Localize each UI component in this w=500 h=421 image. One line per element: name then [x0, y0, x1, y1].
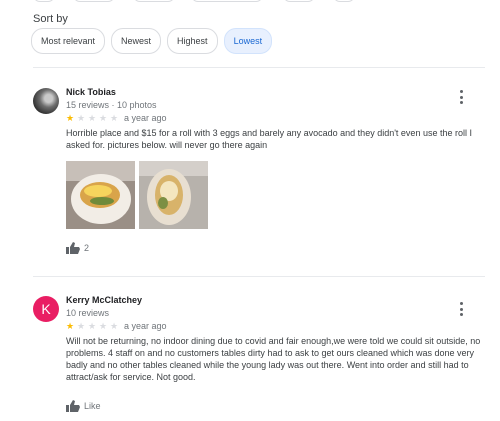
egg-roll-photo — [139, 161, 208, 229]
star-icon: ★ — [66, 321, 75, 331]
like-button[interactable]: Like — [66, 400, 101, 412]
filter-chip[interactable] — [133, 0, 175, 2]
sort-most-relevant-chip[interactable]: Most relevant — [31, 28, 106, 54]
review-text: Will not be returning, no indoor dining … — [66, 336, 481, 382]
more-options-icon[interactable] — [459, 302, 463, 316]
star-icon: ★ — [99, 321, 108, 331]
sort-options: Most relevant Newest Highest Lowest — [31, 28, 273, 54]
reviewer-name[interactable]: Kerry McClatchey — [66, 295, 142, 305]
thumbs-up-icon — [66, 400, 80, 412]
star-rating: ★ ★ ★ ★ ★ — [66, 321, 121, 332]
review-date: a year ago — [124, 321, 167, 331]
like-button[interactable]: 2 — [66, 242, 89, 254]
review-photo[interactable] — [139, 161, 208, 229]
star-icon: ★ — [99, 113, 108, 123]
star-icon: ★ — [110, 113, 119, 123]
sort-lowest-chip[interactable]: Lowest — [223, 28, 273, 54]
filter-chip[interactable] — [283, 0, 315, 2]
sort-highest-chip[interactable]: Highest — [167, 28, 218, 54]
sort-newest-chip[interactable]: Newest — [111, 28, 162, 54]
star-icon: ★ — [77, 321, 86, 331]
review-photo[interactable] — [66, 161, 135, 229]
more-options-icon[interactable] — [459, 90, 463, 104]
star-icon: ★ — [88, 113, 97, 123]
reviewer-meta: 10 reviews — [66, 308, 110, 318]
review-date: a year ago — [124, 113, 167, 123]
star-rating: ★ ★ ★ ★ ★ — [66, 113, 121, 124]
filter-chip[interactable] — [333, 0, 355, 2]
reviewer-meta: 15 reviews · 10 photos — [66, 100, 157, 110]
filter-chip[interactable] — [191, 0, 263, 2]
filter-chip[interactable] — [73, 0, 115, 2]
filter-chip[interactable] — [33, 0, 55, 2]
star-icon: ★ — [88, 321, 97, 331]
sort-label: Sort by — [33, 13, 68, 25]
like-count: 2 — [84, 243, 90, 253]
review-text: Horrible place and $15 for a roll with 3… — [66, 128, 472, 150]
divider — [33, 276, 485, 277]
top-filter-chips — [33, 0, 363, 2]
star-icon: ★ — [77, 113, 86, 123]
star-icon: ★ — [110, 321, 119, 331]
egg-roll-photo — [66, 161, 135, 229]
like-label: Like — [84, 401, 101, 411]
divider — [33, 67, 485, 68]
reviewer-avatar[interactable]: K — [33, 296, 59, 322]
reviewer-avatar[interactable] — [33, 88, 59, 114]
star-icon: ★ — [66, 113, 75, 123]
reviewer-name[interactable]: Nick Tobias — [66, 87, 116, 97]
thumbs-up-icon — [66, 242, 80, 254]
